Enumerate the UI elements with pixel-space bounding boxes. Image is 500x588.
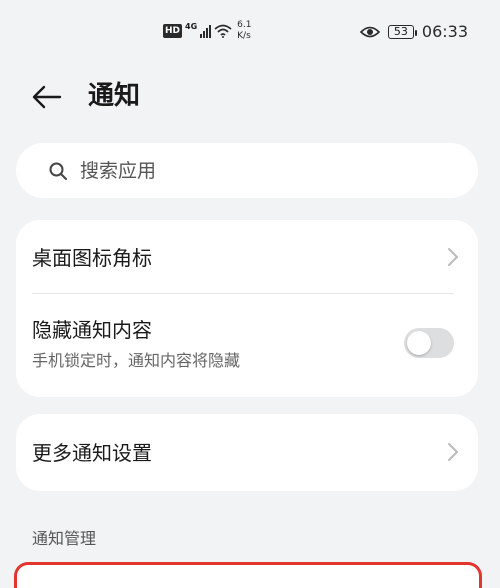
network-speed-value: 6.1 <box>237 20 252 30</box>
page-title: 通知 <box>88 81 141 111</box>
hide-content-description: 手机锁定时，通知内容将隐藏 <box>32 351 241 370</box>
section-title-notification-management: 通知管理 <box>32 529 97 548</box>
status-right: 53 06:33 <box>359 22 468 41</box>
notification-settings-screen: HD 4G 6.1 K/s 53 06:33 通知 搜索应用 桌面图标角标 隐藏… <box>0 0 500 588</box>
toggle-knob <box>407 331 431 355</box>
hide-content-toggle[interactable] <box>404 328 454 358</box>
more-settings-label: 更多通知设置 <box>32 441 152 465</box>
chevron-right-icon <box>448 443 458 461</box>
search-placeholder: 搜索应用 <box>80 160 157 182</box>
network-speed-unit: K/s <box>237 31 251 41</box>
signal-icon <box>200 24 212 38</box>
status-time: 06:33 <box>421 22 468 41</box>
status-left: HD 4G 6.1 K/s <box>163 20 251 42</box>
hide-content-row: 隐藏通知内容 手机锁定时，通知内容将隐藏 <box>16 294 478 397</box>
app-header: 通知 <box>0 72 500 120</box>
more-settings-row[interactable]: 更多通知设置 <box>16 414 478 491</box>
settings-card-primary: 桌面图标角标 隐藏通知内容 手机锁定时，通知内容将隐藏 <box>16 220 478 397</box>
wifi-icon <box>214 24 232 38</box>
hd-badge: HD <box>163 24 183 38</box>
status-bar: HD 4G 6.1 K/s 53 06:33 <box>0 0 500 66</box>
network-type: 4G <box>185 21 198 31</box>
chevron-right-icon <box>448 248 458 266</box>
hide-content-label: 隐藏通知内容 <box>32 318 152 342</box>
search-input[interactable]: 搜索应用 <box>16 143 478 198</box>
search-icon <box>49 162 67 180</box>
back-arrow-icon[interactable] <box>30 80 64 114</box>
battery-indicator: 53 <box>387 24 417 39</box>
eye-comfort-icon <box>359 26 380 37</box>
notification-management-card[interactable] <box>14 562 482 588</box>
network-speed: 6.1 K/s <box>237 20 251 42</box>
settings-card-more: 更多通知设置 <box>16 414 478 491</box>
desktop-badge-row[interactable]: 桌面图标角标 <box>16 220 478 294</box>
desktop-badge-label: 桌面图标角标 <box>32 246 152 270</box>
